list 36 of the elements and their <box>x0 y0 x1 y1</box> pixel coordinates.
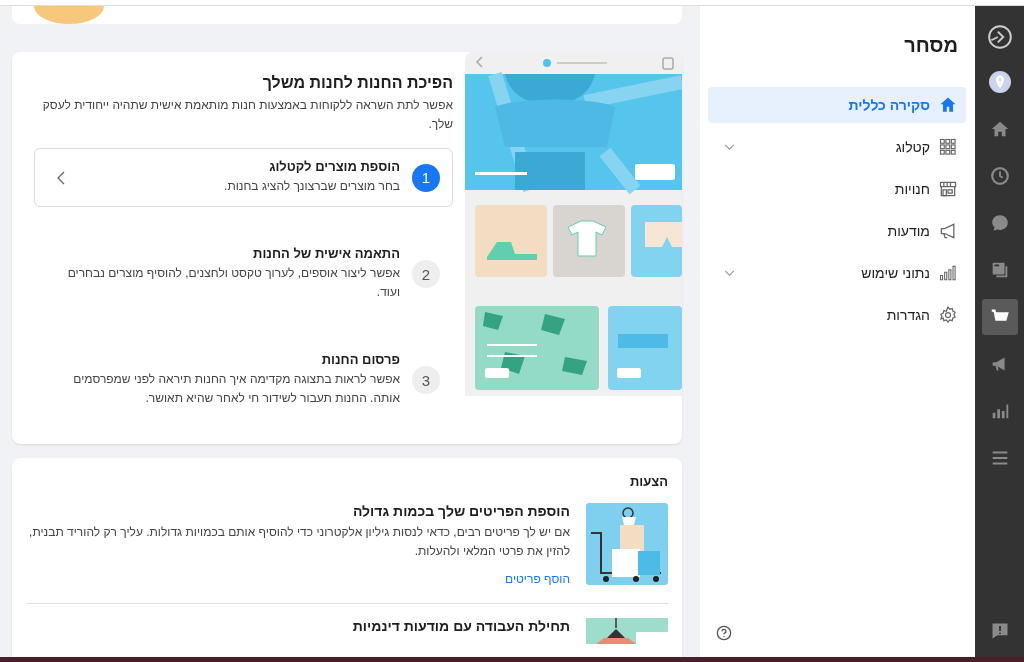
sidebar-item[interactable]: הגדרות <box>708 297 966 333</box>
step-number: 1 <box>412 163 440 192</box>
suggestions-title: הצעות <box>629 474 668 489</box>
bar-chart-icon <box>938 263 958 283</box>
step-number: 2 <box>412 260 440 288</box>
step-description: בחר מוצרים שברצונך להציג בחנות. <box>223 178 400 195</box>
cart-icon[interactable] <box>981 299 1018 335</box>
step-description: אפשר לראות בתצוגה מקדימה איך החנות תיראה לפני שמפרסמים אותה. החנות תעבור לשידור חי לאחר שהיא תאושר. <box>72 371 400 407</box>
storefront-icon <box>938 179 958 199</box>
decorative-circle-drawing <box>34 6 104 24</box>
setup-title: הפיכת החנות לחנות משלך <box>261 74 453 92</box>
grid-icon <box>938 137 958 157</box>
help-icon[interactable] <box>716 625 732 641</box>
step-number: 3 <box>412 366 440 394</box>
sidebar-title: מסחר <box>903 34 959 57</box>
setup-description: אפשר לתת השראה ללקוחות באמצעות חנות מותאמת אישית שתהיה ייחודית לעסק שלך. <box>41 97 453 133</box>
sidebar-item[interactable]: סקירה כללית <box>708 87 966 123</box>
sidebar-item[interactable]: קטלוג <box>708 129 966 165</box>
step-title: הוספת מוצרים לקטלוג <box>268 159 400 174</box>
add-items-link[interactable]: הוסף פריטים <box>505 572 570 586</box>
chevron-down-icon <box>724 143 735 151</box>
suggestion-title: תחילת העבודה עם מודעות דינמיות <box>351 618 570 634</box>
chevron-icon <box>57 170 65 185</box>
sidebar-item[interactable]: נתוני שימוש <box>708 255 966 291</box>
sidebar-item[interactable]: מודעות <box>708 213 966 249</box>
suggestion-title: הוספת הפריטים שלך בכמות גדולה <box>351 503 570 519</box>
settings-icon <box>938 305 958 325</box>
step-title: פרסום החנות <box>320 352 400 367</box>
step-title: התאמה אישית של החנות <box>252 246 400 261</box>
sidebar-item[interactable]: חנויות <box>708 171 966 207</box>
feedback-icon[interactable] <box>989 621 1010 641</box>
logo-icon[interactable] <box>986 24 1013 50</box>
step-description: אפשר ליצור אוספים, לערוך טקסט ולחצנים, להוסיף מוצרים נבחרים ועוד. <box>66 265 400 301</box>
home-icon <box>938 95 958 115</box>
suggestion-description: אם יש לך פריטים רבים, כדאי לנסות גיליון אלקטרוני כדי להוסיף אותם בכמויות גדולות. עליך רק להוריד תבנית, להזין את פרטי המלאי ולהעלות. <box>28 524 570 560</box>
chevron-down-icon <box>724 269 735 277</box>
